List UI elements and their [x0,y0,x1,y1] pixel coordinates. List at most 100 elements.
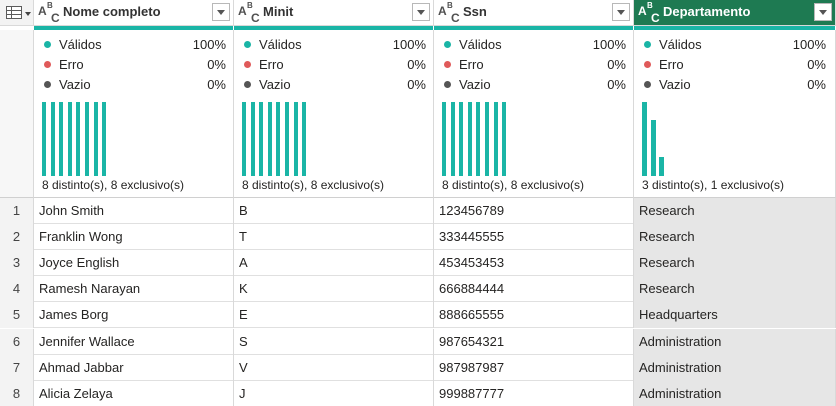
column-filter-dropdown-button[interactable] [814,3,832,21]
table-cell-nome-completo[interactable]: Jennifer Wallace [34,328,234,355]
type-icon-letter-b: B [647,1,653,10]
column-filter-dropdown-button[interactable] [212,3,230,21]
column-header-departamento[interactable]: A B C Departamento [634,0,836,26]
table-cell-departamento[interactable]: Administration [634,380,836,406]
stat-value: 0% [207,77,226,92]
table-cell-minit[interactable]: S [234,328,434,355]
table-cell-departamento[interactable]: Research [634,276,836,303]
table-cell-ssn[interactable]: 987987987 [434,354,634,381]
table-cell-nome-completo[interactable]: John Smith [34,198,234,224]
stat-value: 0% [407,77,426,92]
distribution-bar [93,102,98,176]
table-cell-ssn[interactable]: 453453453 [434,250,634,277]
row-number[interactable]: 2 [0,224,34,251]
distribution-bar [285,102,289,176]
stat-label: Válidos [459,37,502,52]
table-cell-ssn[interactable]: 999887777 [434,380,634,406]
table-cell-minit[interactable]: A [234,250,434,277]
empty-dot-icon [444,81,451,88]
stat-valid: Válidos 100% [642,36,826,56]
empty-dot-icon [44,81,51,88]
table-cell-ssn[interactable]: 123456789 [434,198,634,224]
table-cell-minit[interactable]: J [234,380,434,406]
row-number[interactable]: 6 [0,328,34,355]
table-cell-nome-completo[interactable]: Alicia Zelaya [34,380,234,406]
table-cell-nome-completo[interactable]: Ahmad Jabbar [34,354,234,381]
stat-valid: Válidos 100% [242,36,426,56]
table-cell-departamento[interactable]: Administration [634,328,836,355]
table-cell-minit[interactable]: E [234,302,434,329]
distribution-bar [85,102,89,176]
row-number[interactable]: 5 [0,302,34,329]
distribution-bar [642,102,647,176]
table-cell-departamento[interactable]: Research [634,198,836,224]
table-cell-nome-completo[interactable]: Joyce English [34,250,234,277]
stat-value: 100% [392,37,426,52]
stat-valid: Válidos 100% [42,36,226,56]
type-icon-letter-b: B [247,1,253,10]
stat-value: 0% [807,77,826,92]
type-icon-letter-c: C [51,11,60,25]
table-cell-minit[interactable]: B [234,198,434,224]
stat-label: Erro [659,57,684,72]
table-cell-departamento[interactable]: Research [634,250,836,277]
error-dot-icon [44,61,51,68]
distribution-bar [250,102,255,176]
distinct-count-text: 8 distinto(s), 8 exclusivo(s) [242,178,385,192]
distribution-bar [276,102,281,176]
empty-dot-icon [644,81,651,88]
table-cell-ssn[interactable]: 888665555 [434,302,634,329]
column-name: Minit [263,4,294,19]
row-number[interactable]: 4 [0,276,34,303]
distinct-count-text: 8 distinto(s), 8 exclusivo(s) [442,178,585,192]
table-cell-departamento[interactable]: Research [634,224,836,251]
stat-empty: Vazio 0% [42,76,226,96]
table-cell-nome-completo[interactable]: James Borg [34,302,234,329]
type-icon-letter-a: A [438,4,447,18]
table-menu-button[interactable] [0,0,34,26]
row-number[interactable]: 8 [0,380,34,406]
stat-valid: Válidos 100% [442,36,626,56]
text-type-icon: ABC [438,1,462,25]
table-cell-departamento[interactable]: Administration [634,354,836,381]
column-header-ssn[interactable]: A B C Ssn [434,0,634,26]
type-icon-letter-a: A [638,4,647,18]
row-number[interactable]: 3 [0,250,34,277]
stat-value: 100% [192,37,226,52]
table-cell-minit[interactable]: T [234,224,434,251]
stat-error: Erro 0% [42,56,226,76]
type-icon-letter-b: B [47,1,53,10]
distribution-bar [102,102,107,176]
table-cell-ssn[interactable]: 987654321 [434,328,634,355]
stat-error: Erro 0% [642,56,826,76]
table-cell-minit[interactable]: K [234,276,434,303]
text-type-icon: ABC [38,1,62,25]
distribution-bar [650,120,656,176]
column-filter-dropdown-button[interactable] [412,3,430,21]
stat-label: Vazio [59,77,91,92]
row-number[interactable]: 7 [0,354,34,381]
column-profile: Válidos 100% Erro 0% Vazio 0% 3 distinto(s), 1… [634,30,836,198]
table-row: 4 Ramesh Narayan K 666884444 Research [0,276,836,303]
table-cell-ssn[interactable]: 333445555 [434,224,634,251]
table-cell-nome-completo[interactable]: Ramesh Narayan [34,276,234,303]
table-cell-minit[interactable]: V [234,354,434,381]
distribution-bar [493,102,498,176]
text-type-icon: ABC [638,1,662,25]
valid-dot-icon [244,41,251,48]
table-row: 7 Ahmad Jabbar V 987987987 Administration [0,354,836,381]
table-cell-departamento[interactable]: Headquarters [634,302,836,329]
stat-label: Válidos [659,37,702,52]
column-header-nome-completo[interactable]: A B C Nome completo [34,0,234,26]
distribution-bar [485,102,489,176]
row-number[interactable]: 1 [0,198,34,224]
table-cell-ssn[interactable]: 666884444 [434,276,634,303]
column-profile: Válidos 100% Erro 0% Vazio 0% 8 distinto(s), 8… [234,30,434,198]
distribution-bar [259,102,264,176]
column-filter-dropdown-button[interactable] [612,3,630,21]
stat-empty: Vazio 0% [242,76,426,96]
chevron-down-icon [25,12,31,16]
column-header-minit[interactable]: A B C Minit [234,0,434,26]
table-cell-nome-completo[interactable]: Franklin Wong [34,224,234,251]
value-distribution-chart [642,100,762,176]
